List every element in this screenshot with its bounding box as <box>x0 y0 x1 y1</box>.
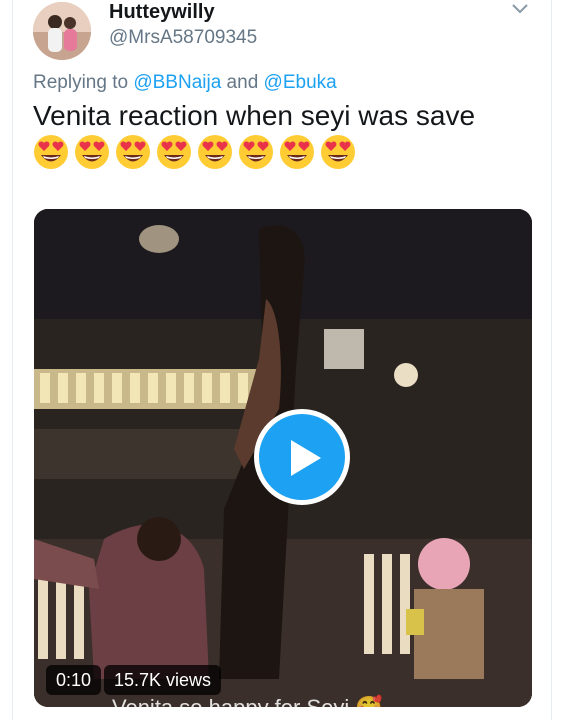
user-handle[interactable]: @MrsA58709345 <box>109 27 257 49</box>
reply-and: and <box>221 72 264 93</box>
chevron-down-icon[interactable] <box>510 2 530 16</box>
mention-link-ebuka[interactable]: @Ebuka <box>264 72 337 93</box>
heart-eyes-emoji <box>157 135 191 169</box>
heart-eyes-emoji <box>34 135 68 169</box>
emoji-row <box>33 134 356 174</box>
mention-link-bbnaija[interactable]: @BBNaija <box>133 72 221 93</box>
video-player[interactable]: 0:10 15.7K views Venita so happy for Sey… <box>34 209 532 707</box>
heart-eyes-emoji <box>239 135 273 169</box>
tweet-text: Venita reaction when seyi was save <box>33 100 476 131</box>
reply-prefix: Replying to <box>33 72 134 93</box>
heart-eyes-emoji <box>198 135 232 169</box>
heart-eyes-emoji <box>75 135 109 169</box>
avatar[interactable] <box>33 2 91 60</box>
play-icon <box>291 440 321 476</box>
display-name[interactable]: Hutteywilly <box>109 1 215 24</box>
heart-eyes-emoji <box>321 135 355 169</box>
heart-eyes-emoji <box>280 135 314 169</box>
video-caption: Venita so happy for Seyi 🥰 <box>112 695 383 707</box>
tweet-card[interactable]: Hutteywilly @MrsA58709345 Replying to @B… <box>12 0 552 720</box>
replying-to: Replying to @BBNaija and @Ebuka <box>33 72 337 94</box>
video-duration: 0:10 <box>46 665 102 695</box>
heart-eyes-emoji <box>116 135 150 169</box>
play-button[interactable] <box>254 409 350 505</box>
view-count: 15.7K views <box>104 665 222 695</box>
